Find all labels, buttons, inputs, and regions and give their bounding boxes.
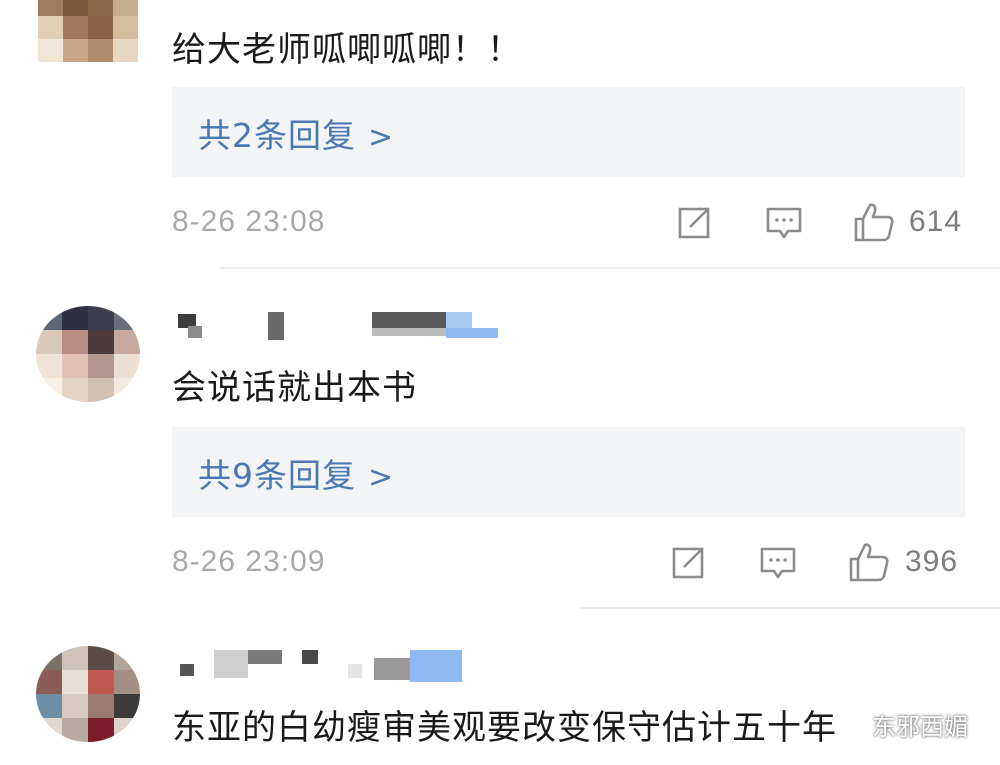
watermark-text: 东邪西媚: [872, 712, 968, 741]
view-replies-link[interactable]: 共2条回复 >: [198, 109, 394, 157]
comment-timestamp: 8-26 23:08: [172, 205, 326, 238]
wechat-logo-icon: [838, 712, 867, 735]
replies-box[interactable]: 共2条回复 >: [172, 87, 965, 177]
watermark: 东邪西媚: [838, 705, 998, 743]
share-icon[interactable]: [674, 203, 714, 243]
username-obscured[interactable]: [172, 650, 472, 682]
share-icon[interactable]: [668, 543, 708, 583]
comment-text: 给大老师呱唧呱唧！！: [172, 30, 522, 70]
like-count: 396: [905, 545, 959, 578]
avatar[interactable]: [36, 646, 140, 742]
divider: [220, 267, 620, 269]
username-obscured[interactable]: [172, 310, 502, 340]
like-count: 614: [909, 205, 963, 238]
avatar[interactable]: [38, 0, 138, 62]
replies-count-label: 共2条回复: [198, 116, 356, 155]
avatar[interactable]: [36, 306, 140, 402]
comment-icon[interactable]: [764, 203, 804, 243]
replies-count-label: 共9条回复: [198, 456, 356, 495]
thumbs-up-icon[interactable]: [847, 540, 891, 584]
chevron-right-icon: >: [368, 120, 395, 155]
thumbs-up-icon[interactable]: [852, 200, 896, 244]
chevron-right-icon: >: [368, 460, 395, 495]
view-replies-link[interactable]: 共9条回复 >: [198, 449, 394, 497]
comment-timestamp: 8-26 23:09: [172, 545, 326, 578]
replies-box[interactable]: 共9条回复 >: [172, 427, 965, 517]
comment-text: 东亚的白幼瘦审美观要改变保守估计五十年: [172, 708, 837, 748]
comment-text: 会说话就出本书: [172, 368, 417, 408]
divider: [580, 607, 1000, 609]
comment-icon[interactable]: [758, 543, 798, 583]
divider: [565, 267, 1000, 269]
